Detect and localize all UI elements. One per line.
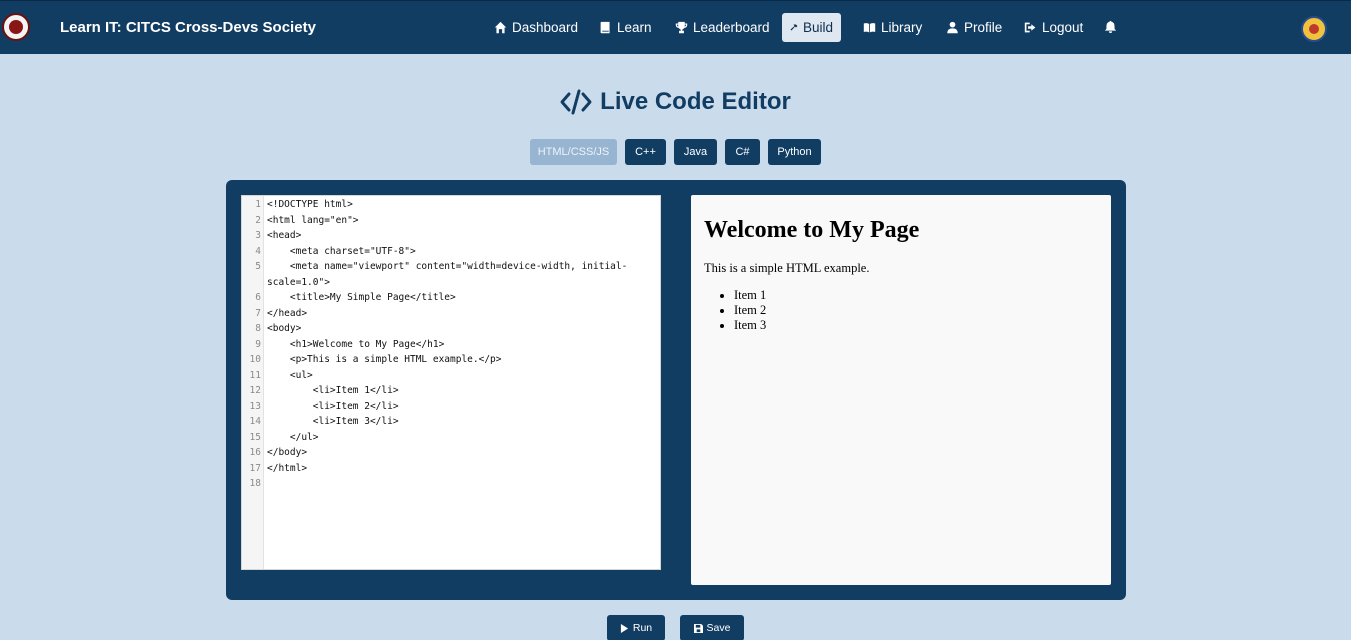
hammer-icon xyxy=(790,24,798,31)
tab-cpp[interactable]: C++ xyxy=(625,139,666,165)
preview-paragraph: This is a simple HTML example. xyxy=(704,261,870,275)
line-number: 4 xyxy=(255,245,261,257)
nav-logout-label: Logout xyxy=(1042,20,1084,35)
play-icon xyxy=(620,623,628,633)
preview-list: Item 1 Item 2 Item 3 xyxy=(734,288,766,333)
code-text: <ul> xyxy=(267,369,313,381)
line-number: 11 xyxy=(249,369,261,381)
line-number: 5 xyxy=(255,261,261,272)
nav-learn-label: Learn xyxy=(617,20,652,35)
code-text: </body> xyxy=(267,447,308,458)
code-text: <li>Item 2</li> xyxy=(267,400,399,412)
save-button-label: Save xyxy=(706,622,731,634)
line-number: 15 xyxy=(249,431,261,443)
code-text: <meta name="viewport" content="width=dev… xyxy=(267,261,628,272)
tab-csharp[interactable]: C# xyxy=(725,139,760,165)
save-button[interactable]: Save xyxy=(680,615,744,640)
preview-list-item: Item 3 xyxy=(734,318,766,333)
brand-title[interactable]: Learn IT: CITCS Cross-Devs Society xyxy=(60,19,316,36)
code-text: </html> xyxy=(267,462,308,474)
line-number: 16 xyxy=(249,447,261,458)
nav-build[interactable]: Build xyxy=(782,13,841,42)
nav-library-label: Library xyxy=(881,20,923,35)
line-number: 18 xyxy=(249,478,261,489)
code-text: <!DOCTYPE html> xyxy=(267,199,353,210)
code-text: <html lang="en"> xyxy=(267,214,359,226)
code-text: <li>Item 1</li> xyxy=(267,385,399,396)
run-button[interactable]: Run xyxy=(607,615,665,640)
nav-profile[interactable]: Profile xyxy=(938,13,1010,42)
line-number: 7 xyxy=(255,307,261,319)
live-preview: Welcome to My Page This is a simple HTML… xyxy=(691,195,1111,585)
code-text: <li>Item 3</li> xyxy=(267,416,399,427)
nav-logout[interactable]: Logout xyxy=(1016,13,1091,42)
line-number: 9 xyxy=(255,338,261,350)
line-number: 13 xyxy=(249,400,261,412)
tab-java[interactable]: Java xyxy=(674,139,717,165)
sign-out-icon xyxy=(1024,22,1036,33)
nav-profile-label: Profile xyxy=(964,20,1003,35)
code-text: <h1>Welcome to My Page</h1> xyxy=(267,338,445,350)
nav-dashboard[interactable]: Dashboard xyxy=(486,13,586,42)
line-number: 1 xyxy=(255,199,261,210)
bell-icon xyxy=(1104,20,1117,33)
tab-python[interactable]: Python xyxy=(768,139,821,165)
line-number: 14 xyxy=(249,416,261,427)
floppy-disk-icon xyxy=(693,623,703,633)
top-navbar: Learn IT: CITCS Cross-Devs Society Dashb… xyxy=(0,0,1351,54)
line-number: 10 xyxy=(249,354,261,365)
code-text: </ul> xyxy=(267,431,319,443)
nav-build-label: Build xyxy=(802,20,833,35)
line-number: 3 xyxy=(255,230,261,241)
nav-leaderboard[interactable]: Leaderboard xyxy=(667,13,778,42)
preview-list-item: Item 2 xyxy=(734,303,766,318)
code-text: <meta charset="UTF-8"> xyxy=(267,245,416,257)
notifications-button[interactable] xyxy=(1104,20,1118,34)
line-number: 8 xyxy=(255,323,261,334)
code-text: <p>This is a simple HTML example.</p> xyxy=(267,354,502,365)
line-number: 2 xyxy=(255,214,261,226)
nav-leaderboard-label: Leaderboard xyxy=(693,20,770,35)
line-number: 12 xyxy=(249,385,261,396)
nav-library[interactable]: Library xyxy=(855,13,930,42)
code-text: <body> xyxy=(267,323,302,334)
page-title: Live Code Editor xyxy=(0,88,1351,116)
line-number: 17 xyxy=(249,462,261,474)
code-text: scale=1.0"> xyxy=(267,276,330,288)
tab-html-css-js[interactable]: HTML/CSS/JS xyxy=(530,139,617,165)
preview-heading: Welcome to My Page xyxy=(704,217,920,243)
nav-dashboard-label: Dashboard xyxy=(512,20,579,35)
user-avatar[interactable] xyxy=(1301,16,1327,42)
user-icon xyxy=(947,21,958,34)
trophy-icon xyxy=(675,21,688,34)
nav-learn[interactable]: Learn xyxy=(591,13,660,42)
code-text: <head> xyxy=(267,230,302,241)
page-title-text: Live Code Editor xyxy=(600,88,791,115)
book-icon xyxy=(600,21,610,34)
open-book-icon xyxy=(863,23,876,33)
code-text: </head> xyxy=(267,307,308,319)
code-icon xyxy=(560,89,592,115)
preview-list-item: Item 1 xyxy=(734,288,766,303)
code-text: <title>My Simple Page</title> xyxy=(267,292,456,303)
line-number: 6 xyxy=(255,292,261,303)
home-icon xyxy=(494,21,507,34)
run-button-label: Run xyxy=(632,622,653,634)
code-editor[interactable]: 1 <!DOCTYPE html> 2 <html lang="en"> 3 <head>… xyxy=(241,195,661,570)
society-logo[interactable] xyxy=(2,13,30,41)
